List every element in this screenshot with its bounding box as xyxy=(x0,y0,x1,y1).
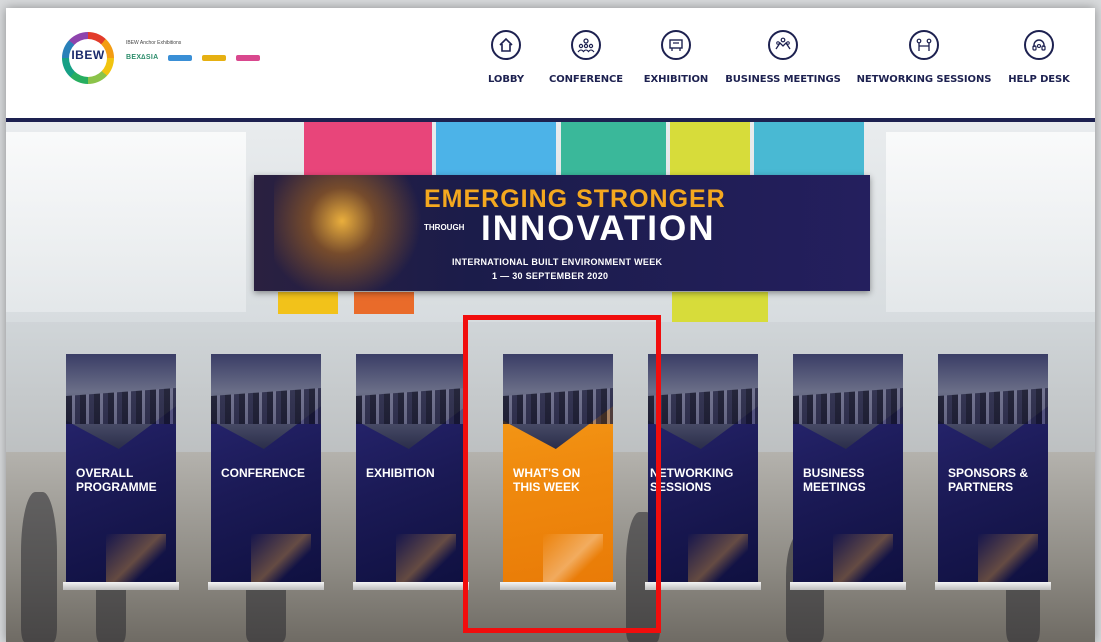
nav-help-desk-label: HELP DESK xyxy=(1008,74,1070,85)
event-banner: EMERGING STRONGER THROUGH INNOVATION INT… xyxy=(254,175,870,291)
wall-panel-yellow-low xyxy=(672,292,768,322)
banner-glow xyxy=(274,175,444,291)
banner-innovation: INNOVATION xyxy=(481,209,716,248)
standee-label: CONFERENCE xyxy=(221,466,306,480)
main-nav: LOBBY CONFERENCE EXHIBITION BUSINESS MEE… xyxy=(6,30,1095,110)
standee-base xyxy=(208,582,324,590)
standee-label: OVERALL PROGRAMME xyxy=(76,466,157,494)
ibew-logo-text: IBEW xyxy=(71,48,105,62)
wall-panel-green xyxy=(561,122,666,182)
standee-base xyxy=(790,582,906,590)
nav-conference[interactable]: CONFERENCE xyxy=(546,30,626,85)
standee-base xyxy=(63,582,179,590)
standee-base xyxy=(645,582,761,590)
nav-conference-label: CONFERENCE xyxy=(549,74,623,85)
wall-panel-yellow-left xyxy=(278,292,338,314)
banner-event-name: INTERNATIONAL BUILT ENVIRONMENT WEEK xyxy=(452,257,663,267)
standee-overall-programme[interactable]: OVERALL PROGRAMME xyxy=(63,354,179,590)
standee-label: NETWORKING SESSIONS xyxy=(650,466,734,494)
banner-through: THROUGH xyxy=(424,223,465,232)
app-frame: IBEW IBEW Anchor Exhibitions BEX∆SIA LOB… xyxy=(6,8,1095,642)
headset-icon xyxy=(1024,30,1054,60)
virtual-lobby-hall: EMERGING STRONGER THROUGH INNOVATION INT… xyxy=(6,122,1095,642)
wall-panel-orange-left xyxy=(354,292,414,314)
nav-business-meetings-label: BUSINESS MEETINGS xyxy=(725,74,841,85)
nav-lobby[interactable]: LOBBY xyxy=(481,30,531,85)
banner-event-dates: 1 — 30 SEPTEMBER 2020 xyxy=(492,271,609,281)
standee-business-meetings[interactable]: BUSINESS MEETINGS xyxy=(790,354,906,590)
nav-networking-sessions-label: NETWORKING SESSIONS xyxy=(856,74,992,85)
crowd-silhouette xyxy=(21,492,57,642)
nav-help-desk[interactable]: HELP DESK xyxy=(1006,30,1072,85)
home-icon xyxy=(491,30,521,60)
nav-business-meetings[interactable]: BUSINESS MEETINGS xyxy=(722,30,844,85)
standee-label: BUSINESS MEETINGS xyxy=(803,466,866,494)
nav-exhibition[interactable]: EXHIBITION xyxy=(641,30,711,85)
standee-networking-sessions[interactable]: NETWORKING SESSIONS xyxy=(645,354,761,590)
people-connect-icon xyxy=(909,30,939,60)
nav-networking-sessions[interactable]: NETWORKING SESSIONS xyxy=(854,30,994,85)
standee-label: WHAT'S ON THIS WEEK xyxy=(513,466,581,494)
standee-conference[interactable]: CONFERENCE xyxy=(208,354,324,590)
standee-label: EXHIBITION xyxy=(366,466,435,480)
standee-whats-on-this-week[interactable]: WHAT'S ON THIS WEEK xyxy=(500,354,616,590)
standee-base xyxy=(935,582,1051,590)
nav-exhibition-label: EXHIBITION xyxy=(643,74,709,85)
standee-exhibition[interactable]: EXHIBITION xyxy=(353,354,469,590)
top-header: IBEW IBEW Anchor Exhibitions BEX∆SIA LOB… xyxy=(6,8,1095,122)
audience-icon xyxy=(571,30,601,60)
handshake-icon xyxy=(768,30,798,60)
nav-lobby-label: LOBBY xyxy=(488,74,524,85)
standee-base xyxy=(353,582,469,590)
standee-sponsors-partners[interactable]: SPONSORS & PARTNERS xyxy=(935,354,1051,590)
standee-base xyxy=(500,582,616,590)
standee-label: SPONSORS & PARTNERS xyxy=(948,466,1029,494)
booth-icon xyxy=(661,30,691,60)
